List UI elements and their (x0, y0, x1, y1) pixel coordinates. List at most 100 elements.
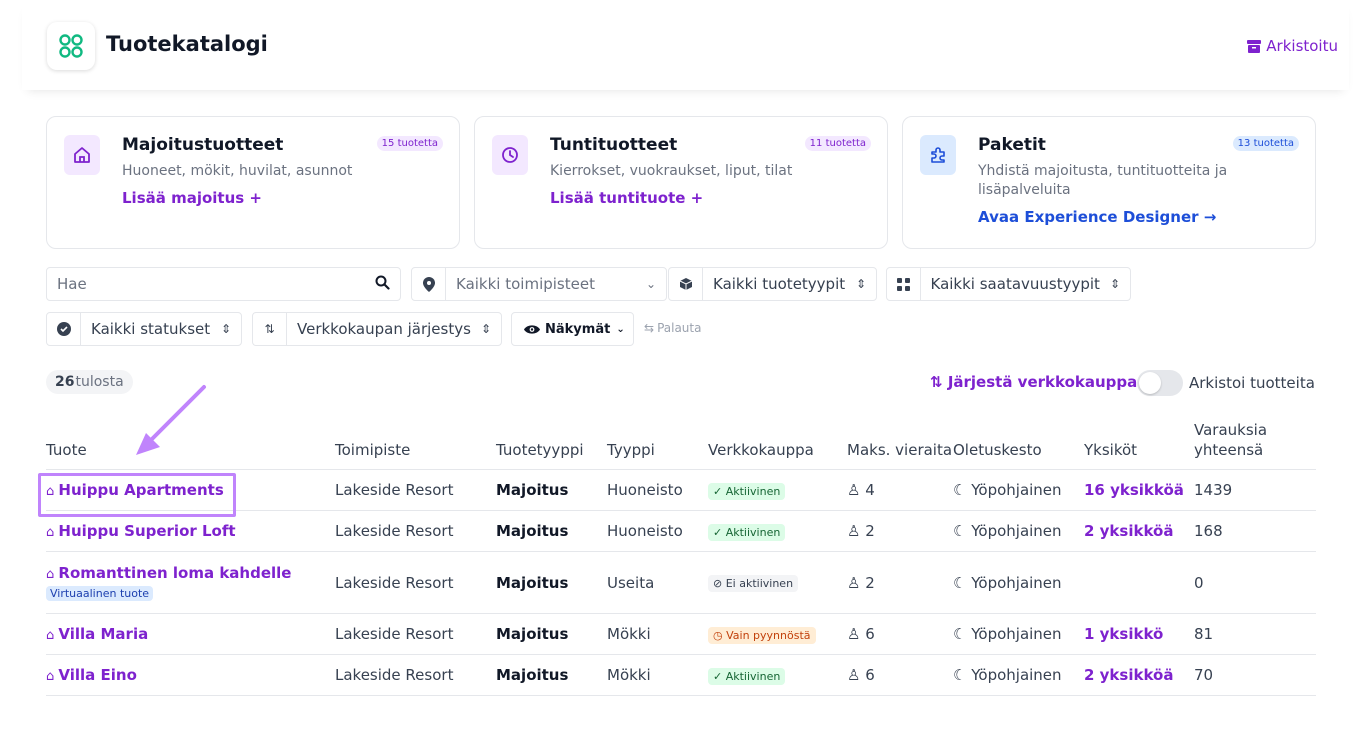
max-guests-cell: 6 (865, 625, 875, 643)
product-type-cell: Majoitus (496, 469, 607, 511)
ban-icon: ⊘ (713, 577, 726, 590)
sort-updown-icon: ⇕ (855, 277, 866, 291)
guests-icon: ♙ (847, 481, 866, 499)
units-link[interactable]: 16 yksikköä (1084, 469, 1194, 511)
product-count-badge: 15 tuotetta (376, 136, 443, 151)
card-icon-box (64, 135, 100, 175)
moon-icon: ☾ (953, 573, 972, 592)
product-type-select[interactable]: Kaikki tuotetyypit ⇕ (668, 267, 877, 301)
table-row[interactable]: ⌂ Romanttinen loma kahdelle Virtuaalinen… (46, 551, 1316, 614)
reset-button-label: Palauta (657, 321, 702, 335)
status-select-value: Kaikki statukset (91, 320, 211, 338)
box-icon (669, 268, 703, 300)
units-link[interactable]: 1 yksikkö (1084, 613, 1194, 655)
availability-select[interactable]: Kaikki saatavuustyypit ⇕ (886, 267, 1131, 301)
product-name-link[interactable]: ⌂ Huippu Superior Loft (46, 522, 236, 540)
column-header[interactable]: Oletuskesto (953, 420, 1084, 470)
moon-icon: ☾ (953, 625, 972, 643)
product-name: Villa Maria (58, 625, 149, 643)
card-subtitle: Huoneet, mökit, huvilat, asunnot (122, 163, 353, 179)
reset-button[interactable]: ⇆ Palauta (644, 321, 701, 335)
units-link[interactable]: 2 yksikköä (1084, 510, 1194, 552)
sort-select[interactable]: ⇅ Verkkokaupan järjestys ⇕ (252, 312, 502, 346)
product-count-badge: 13 tuotetta (1232, 136, 1299, 151)
reset-icon: ⇆ (644, 321, 655, 335)
duration-cell: Yöpohjainen (971, 481, 1062, 499)
product-type-cell: Majoitus (496, 654, 607, 696)
highlight-box (38, 473, 236, 517)
column-header[interactable]: Varauksia yhteensä (1194, 420, 1316, 470)
archived-link[interactable]: Arkistoitu (1247, 37, 1338, 55)
card-icon-box (492, 135, 528, 175)
column-header[interactable]: Tuote (46, 420, 335, 470)
status-select[interactable]: Kaikki statukset ⇕ (46, 312, 242, 346)
puzzle-icon (931, 147, 945, 163)
open-experience-designer-link[interactable]: Avaa Experience Designer → (978, 208, 1216, 226)
duration-cell: Yöpohjainen (971, 573, 1062, 592)
column-header[interactable]: Verkkokauppa (708, 420, 847, 470)
max-guests-cell: 2 (865, 522, 875, 540)
sort-arrows-icon: ⇅ (253, 313, 287, 345)
add-hourly-product-link[interactable]: Lisää tuntituote + (550, 189, 703, 207)
store-status-badge: ✓ Aktiivinen (708, 667, 786, 685)
guests-icon: ♙ (847, 666, 866, 684)
product-name-link[interactable]: ⌂ Villa Eino (46, 666, 137, 684)
moon-icon: ☾ (953, 481, 972, 499)
duration-cell: Yöpohjainen (971, 522, 1062, 540)
eye-icon (512, 324, 540, 335)
add-accommodation-link[interactable]: Lisää majoitus + (122, 189, 262, 207)
card-icon-box (920, 135, 956, 175)
archive-products-toggle[interactable] (1137, 370, 1183, 396)
store-status-label: Vain pyynnöstä (726, 628, 811, 642)
product-name: Villa Eino (58, 666, 137, 684)
chevron-down-icon: ⌄ (616, 323, 625, 335)
sort-select-value: Verkkokaupan järjestys (297, 320, 471, 338)
check-circle-icon (47, 313, 81, 345)
table-row[interactable]: ⌂ Villa Eino Lakeside Resort Majoitus Mö… (46, 654, 1316, 696)
table-row[interactable]: ⌂ Huippu Apartments Lakeside Resort Majo… (46, 469, 1316, 511)
column-header[interactable]: Yksiköt (1084, 420, 1194, 470)
product-name: Romanttinen loma kahdelle (58, 564, 292, 582)
availability-select-value: Kaikki saatavuustyypit (930, 275, 1100, 293)
home-icon: ⌂ (46, 525, 59, 540)
sort-store-link[interactable]: ⇅ Järjestä verkkokauppa (930, 373, 1137, 391)
views-button-label: Näkymät (545, 321, 611, 337)
location-cell: Lakeside Resort (335, 510, 496, 552)
store-status-label: Aktiivinen (725, 669, 781, 683)
card-title: Tuntituotteet (550, 135, 678, 155)
home-icon: ⌂ (46, 669, 59, 684)
column-header[interactable]: Tuotetyyppi (496, 420, 607, 470)
card-title: Majoitustuotteet (122, 135, 284, 155)
location-select[interactable]: Kaikki toimipisteet ⌄ (411, 267, 667, 301)
card-subtitle: Kierrokset, vuokraukset, liput, tilat (550, 163, 793, 179)
column-header[interactable]: Maks. vieraita (847, 420, 953, 470)
home-icon: ⌂ (46, 628, 59, 643)
table-row[interactable]: ⌂ Villa Maria Lakeside Resort Majoitus M… (46, 613, 1316, 655)
bookings-cell: 1439 (1194, 469, 1316, 511)
home-icon: ⌂ (46, 567, 59, 582)
moon-icon: ☾ (953, 666, 972, 684)
store-status-label: Aktiivinen (725, 484, 781, 498)
products-table: Tuote Toimipiste Tuotetyyppi Tyyppi Verk… (46, 420, 1316, 696)
table-row[interactable]: ⌂ Huippu Superior Loft Lakeside Resort M… (46, 510, 1316, 552)
duration-cell: Yöpohjainen (971, 666, 1062, 684)
product-name-link[interactable]: ⌂ Villa Maria (46, 625, 148, 643)
column-header[interactable]: Tyyppi (607, 420, 708, 470)
bookings-cell: 168 (1194, 510, 1316, 552)
column-header[interactable]: Toimipiste (335, 420, 496, 470)
check-icon: ✓ (713, 669, 726, 683)
search-input[interactable]: Hae (46, 267, 401, 301)
units-link[interactable] (1084, 551, 1194, 614)
bookings-cell: 0 (1194, 551, 1316, 614)
home-icon (74, 147, 90, 163)
search-icon[interactable] (365, 275, 400, 294)
sort-store-label: Järjestä verkkokauppa (947, 373, 1138, 391)
grid-small-icon (887, 268, 921, 300)
product-name-link[interactable]: ⌂ Romanttinen loma kahdelle (46, 564, 335, 582)
product-count-badge: 11 tuotetta (804, 136, 871, 151)
units-link[interactable]: 2 yksikköä (1084, 654, 1194, 696)
location-pin-icon (412, 268, 446, 300)
product-type-cell: Majoitus (496, 551, 607, 614)
views-button[interactable]: Näkymät ⌄ (511, 312, 634, 346)
store-status-badge: ◷ Vain pyynnöstä (708, 626, 816, 644)
